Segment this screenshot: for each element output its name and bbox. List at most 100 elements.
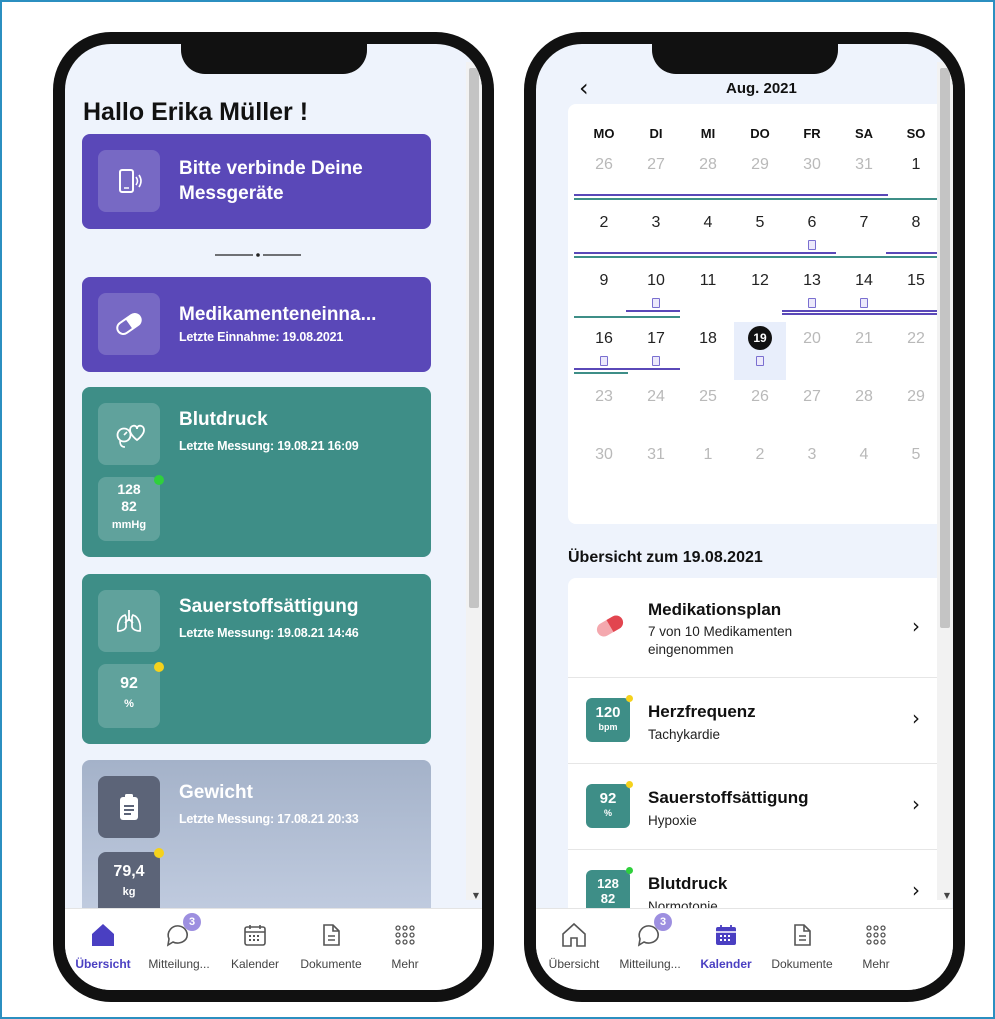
calendar-day[interactable]: 28 [682,156,734,174]
blood-pressure-card[interactable]: Blutdruck Letzte Messung: 19.08.21 16:09… [82,387,431,557]
list-item-heart-rate[interactable]: 120 bpm Herzfrequenz Tachykardie › [568,678,938,764]
calendar-day[interactable]: 1 [682,446,734,464]
back-arrow-icon[interactable]: ‹ [579,74,589,102]
calendar-day[interactable]: 23 [578,388,630,406]
phone-notch [180,44,367,74]
calendar-day[interactable]: 12 [734,272,786,290]
scrollbar-thumb[interactable] [940,68,950,628]
item-subtitle: 7 von 10 Medikamenten eingenommen [648,624,793,657]
status-dot-green [154,475,164,485]
calendar-day[interactable]: 5 [890,446,942,464]
calendar-day[interactable]: 16 [578,330,630,348]
calendar-day[interactable]: 14 [838,272,890,290]
phone-notch [651,44,838,74]
calendar-day[interactable]: 29 [890,388,942,406]
tab-documents[interactable]: Dokumente [293,919,369,971]
document-marker-icon [808,298,816,308]
clipboard-icon [98,776,160,838]
diastolic-value: 82 [121,498,137,514]
tab-calendar[interactable]: Kalender [217,919,293,971]
calendar-day[interactable]: 24 [630,388,682,406]
calendar-day[interactable]: 13 [786,272,838,290]
list-item-oxygen[interactable]: 92 % Sauerstoffsättigung Hypoxie › [568,764,938,850]
weight-subtitle: Letzte Messung: 17.08.21 20:33 [179,812,359,826]
calendar-day[interactable]: 26 [734,388,786,406]
calendar-day[interactable]: 31 [630,446,682,464]
calendar-day[interactable]: 20 [786,330,838,348]
scroll-down-arrow[interactable]: ▼ [473,891,479,900]
calendar-day[interactable]: 3 [786,446,838,464]
calendar-day[interactable]: 22 [890,330,942,348]
pill-icon [594,614,626,643]
tab-label: Dokumente [300,957,362,971]
calendar-day[interactable]: 11 [682,272,734,290]
calendar-day[interactable]: 31 [838,156,890,174]
scrollbar[interactable]: ▼ [937,62,953,900]
chevron-right-icon: › [912,614,920,638]
item-title: Blutdruck [648,874,728,893]
month-calendar: MO DI MI DO FR SA SO 26 27 28 29 30 31 1 2 3 4 5 6 7 8 9 10 11 1… [568,104,952,524]
calendar-day[interactable]: 26 [578,156,630,174]
medication-period-line [886,252,940,254]
calendar-day[interactable]: 27 [630,156,682,174]
systolic-value: 128 [117,481,141,497]
scroll-down-arrow[interactable]: ▼ [944,891,950,900]
list-item-medication-plan[interactable]: Medikationsplan 7 von 10 Medikamenten ei… [568,578,938,678]
calendar-day[interactable]: 21 [838,330,890,348]
calendar-day[interactable]: 4 [682,214,734,232]
calendar-day[interactable]: 8 [890,214,942,232]
today-date[interactable]: 19 [748,326,772,350]
calendar-day[interactable]: 29 [734,156,786,174]
blood-pressure-icon [98,403,160,465]
oxygen-value-tile: 92 % [586,784,630,828]
weekday-label: MO [593,126,615,141]
blood-pressure-value-tile: 128 82 mmHg [98,477,160,541]
chevron-right-icon: › [912,792,920,816]
scrollbar-thumb[interactable] [469,68,479,608]
tab-messages[interactable]: 3 Mitteilung... [141,913,217,971]
medication-period-line [574,198,940,200]
status-dot-yellow [626,781,633,788]
calendar-day[interactable]: 27 [786,388,838,406]
calendar-day[interactable]: 30 [578,446,630,464]
calendar-day[interactable]: 6 [786,214,838,232]
weekday-label: SA [854,126,874,141]
calendar-day[interactable]: 28 [838,388,890,406]
grid-icon [369,919,441,951]
calendar-day[interactable]: 5 [734,214,786,232]
item-title: Medikationsplan [648,600,782,619]
tab-label: Mehr [862,957,890,971]
oxygen-value: 92 [599,790,617,807]
tab-documents[interactable]: Dokumente [764,919,840,971]
scrollbar[interactable]: ▼ [466,62,482,900]
oxygen-card[interactable]: Sauerstoffsättigung Letzte Messung: 19.0… [82,574,431,744]
tab-overview[interactable]: Übersicht [536,919,612,971]
calendar-day[interactable]: 4 [838,446,890,464]
medication-period-line [626,310,680,312]
status-dot-yellow [154,662,164,672]
tab-overview[interactable]: Übersicht [65,919,141,971]
calendar-day[interactable]: 2 [734,446,786,464]
calendar-day[interactable]: 15 [890,272,942,290]
tab-more[interactable]: Mehr [840,919,912,971]
blood-pressure-subtitle: Letzte Messung: 19.08.21 16:09 [179,439,359,453]
calendar-day[interactable]: 25 [682,388,734,406]
calendar-day[interactable]: 17 [630,330,682,348]
calendar-day[interactable]: 9 [578,272,630,290]
calendar-day[interactable]: 3 [630,214,682,232]
calendar-day[interactable]: 1 [890,156,942,174]
calendar-day[interactable]: 30 [786,156,838,174]
tab-calendar[interactable]: Kalender [688,919,764,971]
chat-icon: 3 [612,913,688,951]
calendar-day[interactable]: 10 [630,272,682,290]
connect-devices-card[interactable]: Bitte verbinde Deine Messgeräte [82,134,431,229]
calendar-day[interactable]: 18 [682,330,734,348]
calendar-day[interactable]: 2 [578,214,630,232]
tab-messages[interactable]: 3 Mitteilung... [612,913,688,971]
tab-more[interactable]: Mehr [369,919,441,971]
messages-badge: 3 [654,913,672,931]
medication-card[interactable]: Medikamenteneinna... Letzte Einnahme: 19… [82,277,431,372]
oxygen-value: 92 [120,675,138,692]
calendar-icon [688,919,764,951]
calendar-day[interactable]: 7 [838,214,890,232]
